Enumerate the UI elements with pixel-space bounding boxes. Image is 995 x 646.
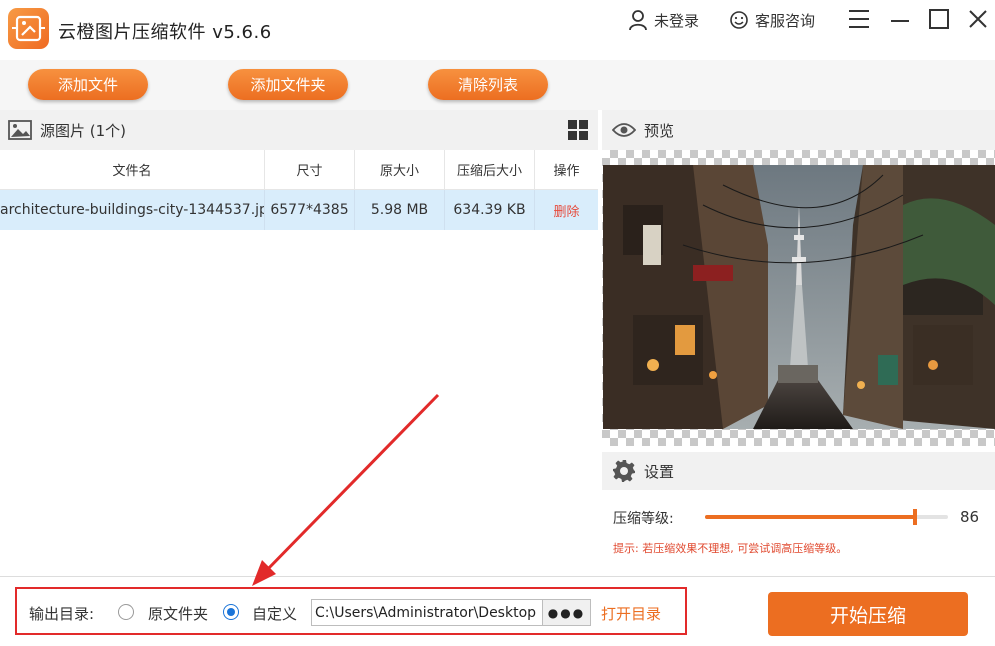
- cell-dimensions: 6577*4385: [265, 190, 355, 230]
- settings-title: 设置: [644, 462, 675, 481]
- app-logo: [8, 8, 49, 49]
- source-header: 源图片 (1个): [0, 110, 598, 150]
- minimize-button[interactable]: [886, 6, 914, 32]
- login-label: 未登录: [654, 11, 700, 30]
- footer: 输出目录: 原文件夹 自定义 C:\Users\Administrator\De…: [0, 576, 995, 646]
- maximize-icon: [929, 9, 949, 29]
- output-directory-group: 输出目录: 原文件夹 自定义 C:\Users\Administrator\De…: [15, 587, 687, 635]
- table-row[interactable]: architecture-buildings-city-1344537.jpg …: [0, 190, 598, 230]
- title-bar: 云橙图片压缩软件 v5.6.6 未登录 客服咨询: [0, 0, 995, 60]
- login-link[interactable]: 未登录: [628, 8, 699, 32]
- user-icon: [629, 10, 647, 31]
- file-table: 文件名 尺寸 原大小 压缩后大小 操作 architecture-buildin…: [0, 150, 598, 230]
- table-header: 文件名 尺寸 原大小 压缩后大小 操作: [0, 150, 598, 190]
- slider-fill: [705, 515, 915, 519]
- delete-link[interactable]: 删除: [535, 190, 598, 230]
- image-icon: [8, 120, 32, 140]
- add-file-button[interactable]: 添加文件: [28, 69, 148, 100]
- close-button[interactable]: [964, 6, 992, 32]
- column-header-dimensions[interactable]: 尺寸: [265, 150, 355, 189]
- service-label: 客服咨询: [755, 11, 816, 30]
- hamburger-icon: [849, 10, 869, 28]
- slider-thumb[interactable]: [912, 509, 917, 525]
- open-directory-link[interactable]: 打开目录: [601, 603, 661, 624]
- menu-button[interactable]: [845, 6, 873, 32]
- more-dots-icon: ●●●: [547, 605, 586, 620]
- compression-hint: 提示: 若压缩效果不理想, 可尝试调高压缩等级。: [613, 542, 848, 555]
- radio-original-folder[interactable]: [118, 604, 134, 620]
- start-compress-button[interactable]: 开始压缩: [768, 592, 968, 636]
- column-header-compressed-size[interactable]: 压缩后大小: [445, 150, 535, 189]
- source-panel: 源图片 (1个) 文件名 尺寸 原大小 压缩后大小 操作 architectur…: [0, 110, 598, 576]
- smiley-icon: [730, 11, 748, 29]
- compression-level-slider[interactable]: [705, 509, 948, 525]
- preview-header: 预览: [602, 110, 995, 150]
- radio-custom-folder[interactable]: [223, 604, 239, 620]
- customer-service-link[interactable]: 客服咨询: [729, 8, 815, 32]
- app-title: 云橙图片压缩软件 v5.6.6: [58, 22, 272, 43]
- column-header-original-size[interactable]: 原大小: [355, 150, 445, 189]
- browse-button[interactable]: ●●●: [542, 599, 591, 626]
- settings-header: 设置: [602, 452, 995, 490]
- preview-area: [602, 150, 995, 446]
- minimize-icon: [891, 20, 909, 22]
- add-folder-button[interactable]: 添加文件夹: [228, 69, 348, 100]
- cell-original-size: 5.98 MB: [355, 190, 445, 230]
- compression-level-label: 压缩等级:: [613, 511, 674, 527]
- custom-folder-label[interactable]: 自定义: [252, 603, 297, 624]
- original-folder-label[interactable]: 原文件夹: [148, 603, 208, 624]
- clear-list-button[interactable]: 清除列表: [428, 69, 548, 100]
- eye-icon: [612, 123, 636, 137]
- toolbar: 添加文件 添加文件夹 清除列表: [0, 60, 995, 110]
- right-panel: 预览 设置 压缩等级: 86 提示: 若压缩效果不理想, 可尝试调高压缩等级。: [602, 110, 995, 576]
- compression-level-value: 86: [960, 508, 980, 526]
- source-title: 源图片 (1个): [40, 121, 127, 140]
- output-label: 输出目录:: [29, 605, 95, 623]
- cell-filename: architecture-buildings-city-1344537.jpg: [0, 190, 265, 230]
- column-header-filename[interactable]: 文件名: [0, 150, 265, 189]
- preview-image: [603, 165, 995, 429]
- maximize-button[interactable]: [925, 6, 953, 32]
- preview-title: 预览: [644, 121, 675, 140]
- gear-icon: [613, 460, 635, 482]
- grid-view-icon[interactable]: [568, 120, 588, 140]
- column-header-action: 操作: [553, 164, 580, 179]
- output-path-input[interactable]: C:\Users\Administrator\Desktop: [311, 599, 543, 626]
- close-icon: [969, 10, 987, 28]
- cell-compressed-size: 634.39 KB: [445, 190, 535, 230]
